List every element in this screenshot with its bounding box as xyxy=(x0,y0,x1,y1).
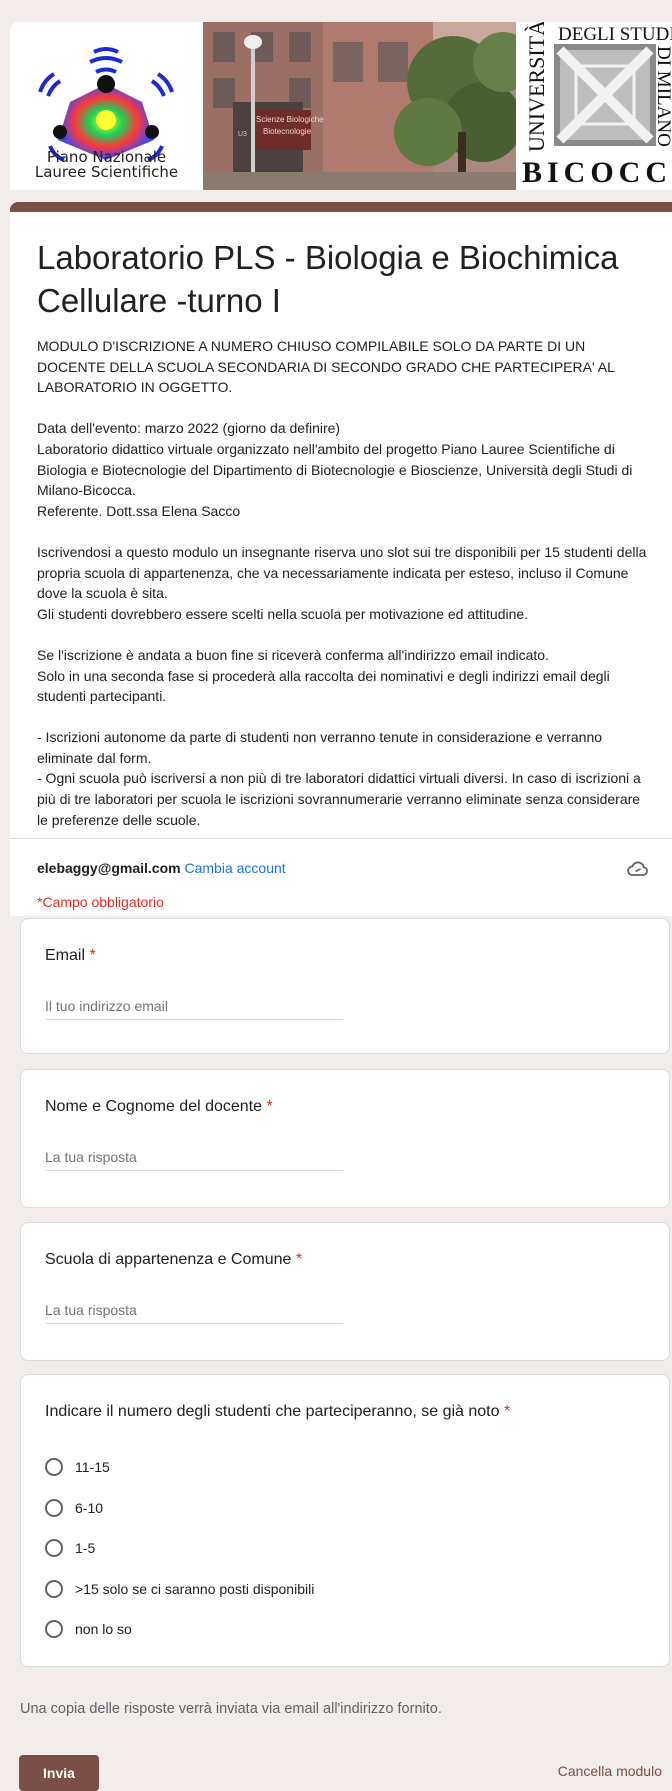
students-label-text: Indicare il numero degli studenti che pa… xyxy=(45,1403,500,1420)
unimib-text-bicocca: BICOCCA xyxy=(522,156,672,189)
question-label-students: Indicare il numero degli studenti che pa… xyxy=(45,1401,510,1423)
photo-sign-2: Biotecnologie xyxy=(263,127,312,136)
question-label-school: Scuola di appartenenza e Comune * xyxy=(45,1249,302,1271)
required-asterisk: * xyxy=(503,1403,511,1420)
radio-button[interactable] xyxy=(45,1499,63,1517)
question-card-name: Nome e Cognome del docente * xyxy=(20,1069,670,1208)
description-paragraph: Laboratorio didattico virtuale organizza… xyxy=(37,440,633,499)
clear-form-link[interactable]: Cancella modulo xyxy=(558,1763,662,1779)
form-description: MODULO D'ISCRIZIONE A NUMERO CHIUSO COMP… xyxy=(37,336,654,830)
description-paragraph: MODULO D'ISCRIZIONE A NUMERO CHIUSO COMP… xyxy=(37,338,615,396)
pls-caption-line2: Lauree Scientifiche xyxy=(34,163,179,181)
description-spacer xyxy=(37,398,654,419)
question-card-email: Email * xyxy=(20,918,670,1054)
copy-notice: Una copia delle risposte verrà inviata v… xyxy=(20,1701,442,1717)
description-paragraph: Se l'iscrizione è andata a buon fine si … xyxy=(37,646,549,663)
radio-label: 1-5 xyxy=(75,1540,96,1556)
required-asterisk: * xyxy=(89,947,96,964)
header-banner: Piano Nazionale Lauree Scientifiche Scie… xyxy=(10,22,672,190)
radio-button[interactable] xyxy=(45,1620,63,1638)
radio-option-over-15[interactable]: >15 solo se ci saranno posti disponibili xyxy=(45,1577,314,1601)
email-label-text: Email xyxy=(45,947,86,964)
unimib-text-universita: UNIVERSITÀ xyxy=(524,22,549,152)
form-header-card: Laboratorio PLS - Biologia e Biochimica … xyxy=(10,202,672,916)
switch-account-link[interactable]: Cambia account xyxy=(184,860,285,876)
photo-sign-3: U3 xyxy=(238,131,247,138)
submit-button[interactable]: Invia xyxy=(19,1755,99,1791)
question-card-students: Indicare il numero degli studenti che pa… xyxy=(20,1374,670,1667)
description-paragraph: Gli studenti dovrebbero essere scelti ne… xyxy=(37,605,529,622)
unimib-logo: UNIVERSITÀ DEGLI STUDI DI MILANO BICOCCA xyxy=(516,22,672,190)
radio-button[interactable] xyxy=(45,1458,63,1476)
pls-logo: Piano Nazionale Lauree Scientifiche xyxy=(10,22,203,190)
account-info: elebaggy@gmail.com Cambia account xyxy=(37,858,286,878)
question-label-name: Nome e Cognome del docente * xyxy=(45,1096,273,1118)
radio-label: non lo so xyxy=(75,1621,132,1637)
school-input[interactable] xyxy=(45,1297,343,1324)
teacher-name-input[interactable] xyxy=(45,1144,343,1171)
email-input[interactable] xyxy=(45,993,343,1020)
name-label-text: Nome e Cognome del docente xyxy=(45,1098,263,1115)
description-paragraph: Iscrivendosi a questo modulo un insegnan… xyxy=(37,543,647,602)
radio-label: 11-15 xyxy=(75,1459,110,1475)
description-spacer xyxy=(37,624,654,645)
description-paragraph: Solo in una seconda fase si procederà al… xyxy=(37,667,610,705)
account-email: elebaggy@gmail.com xyxy=(37,860,181,876)
radio-button[interactable] xyxy=(45,1580,63,1598)
radio-label: 6-10 xyxy=(75,1500,104,1516)
question-card-school: Scuola di appartenenza e Comune * xyxy=(20,1222,670,1361)
description-paragraph: - Iscrizioni autonome da parte di studen… xyxy=(37,729,603,766)
radio-option-6-10[interactable]: 6-10 xyxy=(45,1496,103,1520)
required-asterisk: * xyxy=(295,1251,303,1268)
radio-option-unknown[interactable]: non lo so xyxy=(45,1617,132,1641)
description-paragraph: Referente. Dott.ssa Elena Sacco xyxy=(37,502,241,519)
unimib-text-di-milano: DI MILANO xyxy=(653,46,672,147)
form-title: Laboratorio PLS - Biologia e Biochimica … xyxy=(37,239,619,319)
description-paragraph: Data dell'evento: marzo 2022 (giorno da … xyxy=(37,420,341,437)
description-spacer xyxy=(37,707,654,728)
description-spacer xyxy=(37,521,654,542)
radio-option-1-5[interactable]: 1-5 xyxy=(45,1536,95,1560)
unimib-text-degli-studi: DEGLI STUDI xyxy=(558,24,672,45)
description-paragraph: - Ogni scuola può iscriversi a non più d… xyxy=(37,770,641,828)
radio-option-11-15[interactable]: 11-15 xyxy=(45,1455,110,1479)
form-page: Piano Nazionale Lauree Scientifiche Scie… xyxy=(0,0,672,1791)
required-asterisk: * xyxy=(266,1098,273,1115)
cloud-icon[interactable] xyxy=(626,857,650,881)
required-field-note: *Campo obbligatorio xyxy=(37,894,164,910)
building-photo: Scienze Biologiche Biotecnologie U3 xyxy=(203,22,533,190)
question-label-email: Email * xyxy=(45,945,96,967)
divider xyxy=(10,838,672,839)
photo-sign-1: Scienze Biologiche xyxy=(256,115,324,124)
school-label-text: Scuola di appartenenza e Comune xyxy=(45,1251,292,1268)
radio-label: >15 solo se ci saranno posti disponibili xyxy=(75,1581,315,1597)
radio-button[interactable] xyxy=(45,1539,63,1557)
